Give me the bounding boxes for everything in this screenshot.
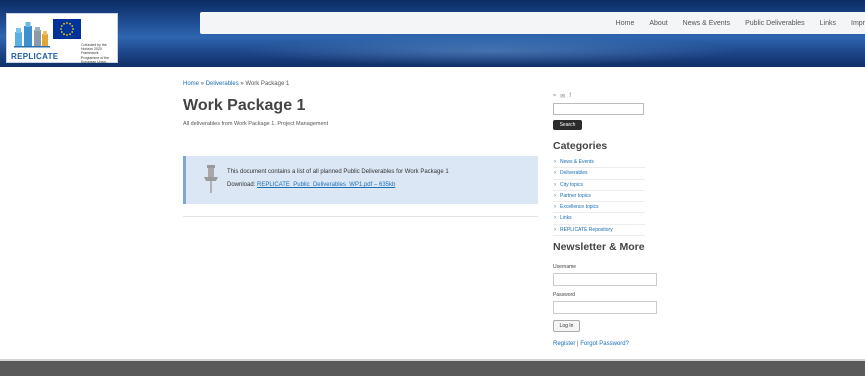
search-button[interactable]: Search xyxy=(553,120,582,130)
register-link[interactable]: Register xyxy=(553,341,575,347)
nav-public-deliverables[interactable]: Public Deliverables xyxy=(745,20,805,27)
categories-heading: Categories xyxy=(553,140,608,152)
nav-links[interactable]: Links xyxy=(820,20,836,27)
category-replicate-repository[interactable]: REPLICATE Repository xyxy=(560,227,613,233)
header-glow xyxy=(240,36,740,66)
nav-imprint[interactable]: Impr xyxy=(851,20,865,27)
social-icons: ≈ ✉ f xyxy=(553,93,571,100)
download-link[interactable]: REPLICATE_Public_Deliverables_WP1.pdf – … xyxy=(257,182,395,188)
category-list: News & Events Deliverables City topics P… xyxy=(553,157,645,237)
main-nav: Home About News & Events Public Delivera… xyxy=(601,12,865,34)
site-footer xyxy=(0,361,865,376)
download-line: Download: REPLICATE_Public_Deliverables_… xyxy=(227,182,395,188)
search-input[interactable] xyxy=(553,103,644,115)
nav-about[interactable]: About xyxy=(649,20,667,27)
category-news-events[interactable]: News & Events xyxy=(560,159,594,165)
content-divider xyxy=(183,216,538,217)
deliverable-notice: This document contains a list of all pla… xyxy=(183,156,538,204)
category-city-topics[interactable]: City topics xyxy=(560,182,583,188)
category-item: News & Events xyxy=(553,157,645,169)
password-input[interactable] xyxy=(553,301,657,314)
breadcrumb-deliverables[interactable]: Deliverables xyxy=(206,81,239,87)
site-header: Home About News & Events Public Delivera… xyxy=(0,0,865,67)
username-label: Username xyxy=(553,264,577,270)
page-title: Work Package 1 xyxy=(183,97,306,114)
top-nav-bar: Home About News & Events Public Delivera… xyxy=(200,12,865,34)
page-subtitle: All deliverables from Work Package 1. Pr… xyxy=(183,121,329,127)
category-item: REPLICATE Repository xyxy=(553,225,645,237)
pin-icon xyxy=(204,165,218,193)
facebook-icon[interactable]: f xyxy=(569,93,571,100)
breadcrumb-current: Work Package 1 xyxy=(245,81,290,87)
category-links[interactable]: Links xyxy=(560,215,572,221)
logo-text: REPLICATE xyxy=(11,52,59,61)
rss-icon[interactable]: ≈ xyxy=(553,93,556,100)
breadcrumb-home[interactable]: Home xyxy=(183,81,199,87)
login-button[interactable]: Log In xyxy=(553,320,580,332)
account-links: Register | Forgot Password? xyxy=(553,341,629,347)
eu-flag-icon xyxy=(53,19,81,39)
category-excellence-topics[interactable]: Excellence topics xyxy=(560,204,599,210)
newsletter-heading: Newsletter & More xyxy=(553,241,645,253)
category-item: Partner topics xyxy=(553,191,645,203)
category-partner-topics[interactable]: Partner topics xyxy=(560,193,591,199)
forgot-password-link[interactable]: Forgot Password? xyxy=(580,341,629,347)
email-icon[interactable]: ✉ xyxy=(560,93,565,100)
category-deliverables[interactable]: Deliverables xyxy=(560,170,588,176)
nav-home[interactable]: Home xyxy=(616,20,635,27)
site-logo[interactable]: REPLICATE Cofunded by the Horizon 2020 F… xyxy=(6,13,118,64)
category-item: Excellence topics xyxy=(553,202,645,214)
username-input[interactable] xyxy=(553,273,657,286)
category-item: City topics xyxy=(553,180,645,191)
password-label: Password xyxy=(553,292,575,298)
download-label: Download: xyxy=(227,182,258,188)
nav-news-events[interactable]: News & Events xyxy=(683,20,730,27)
notice-text: This document contains a list of all pla… xyxy=(227,169,449,175)
eu-caption: Cofunded by the Horizon 2020 Framework P… xyxy=(81,43,110,64)
breadcrumb-separator: » xyxy=(199,81,206,87)
category-item: Deliverables xyxy=(553,168,645,180)
category-item: Links xyxy=(553,213,645,225)
city-skyline-icon xyxy=(14,22,50,48)
breadcrumb: Home » Deliverables » Work Package 1 xyxy=(183,81,289,87)
